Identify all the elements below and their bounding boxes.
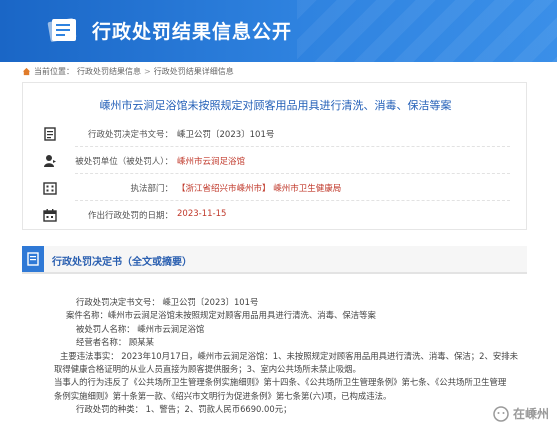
document-stack-icon <box>47 18 77 42</box>
header-banner: 行政处罚结果信息公开 <box>0 0 557 62</box>
row-decision-number: 行政处罚决定书文号： 嵊卫公罚〔2023〕101号 <box>23 125 528 147</box>
file-icon <box>27 252 39 266</box>
row-divider <box>75 200 510 201</box>
text-line: 案件名称：嵊州市云涧足浴馆未按照规定对顾客用品用具进行清洗、消毒、保洁等案 <box>66 310 376 321</box>
decision-section-header: 行政处罚决定书（全文或摘要） <box>22 246 527 274</box>
text-line: 当事人的行为违反了《公共场所卫生管理条例实施细则》第十四条、《公共场所卫生管理条… <box>54 377 507 388</box>
row-label: 作出行政处罚的日期： <box>87 211 173 221</box>
calendar-icon <box>43 209 57 222</box>
home-icon <box>22 67 31 76</box>
breadcrumb-prefix: 当前位置： <box>34 67 74 76</box>
text-line: 条例实施细则》第十条第一款、《绍兴市文明行为促进条例》第七条第(六)项，已构成违… <box>54 390 392 401</box>
row-divider <box>75 173 510 174</box>
building-icon <box>43 182 57 195</box>
row-enforcement-department: 执法部门： 【浙江省绍兴市嵊州市】 嵊州市卫生健康局 <box>23 179 528 201</box>
row-value: 嵊卫公罚〔2023〕101号 <box>177 130 275 140</box>
breadcrumb: 当前位置： 行政处罚结果信息 > 行政处罚结果详细信息 <box>22 66 234 77</box>
row-label: 被处罚单位（被处罚人）： <box>75 157 173 167</box>
decision-full-text: 行政处罚决定书文号： 嵊卫公罚〔2023〕101号 案件名称：嵊州市云涧足浴馆未… <box>54 296 524 417</box>
case-headline: 嵊州市云涧足浴馆未按照规定对顾客用品用具进行清洗、消毒、保洁等案 <box>99 99 452 112</box>
watermark: 在嵊州 <box>493 405 549 422</box>
row-value: 2023-11-15 <box>177 209 227 219</box>
text-line: 经营者名称： 顾某某 <box>76 337 155 348</box>
wechat-icon <box>493 405 509 422</box>
banner-pattern <box>297 0 557 62</box>
breadcrumb-item-detail[interactable]: 行政处罚结果详细信息 <box>154 66 234 77</box>
text-line: 行政处罚的种类： 1、警告；2、罚款人民币6690.00元； <box>76 404 292 415</box>
row-label: 执法部门： <box>130 184 173 194</box>
row-value: 【浙江省绍兴市嵊州市】 嵊州市卫生健康局 <box>177 184 342 194</box>
document-icon <box>44 127 56 141</box>
text-line: 主要违法事实： 2023年10月17日，嵊州市云涧足浴馆：1、未按照规定对顾客用… <box>60 350 518 361</box>
watermark-text: 在嵊州 <box>512 407 549 421</box>
section-badge <box>22 246 44 272</box>
person-icon <box>44 155 56 167</box>
breadcrumb-separator: > <box>144 67 151 76</box>
text-line: 取得健康合格证明的从业人员直接为顾客提供服务；3、室内公共场所未禁止吸烟。 <box>54 364 361 375</box>
row-punished-party: 被处罚单位（被处罚人）： 嵊州市云涧足浴馆 <box>23 152 528 174</box>
breadcrumb-item-results[interactable]: 行政处罚结果信息 <box>77 66 141 77</box>
row-divider <box>75 146 510 147</box>
section-title: 行政处罚决定书（全文或摘要） <box>52 257 192 268</box>
text-line: 行政处罚决定书文号： 嵊卫公罚〔2023〕101号 <box>76 297 259 307</box>
case-summary-panel: 嵊州市云涧足浴馆未按照规定对顾客用品用具进行清洗、消毒、保洁等案 行政处罚决定书… <box>22 82 527 230</box>
row-decision-date: 作出行政处罚的日期： 2023-11-15 <box>23 206 528 228</box>
page-title: 行政处罚结果信息公开 <box>92 21 293 43</box>
row-label: 行政处罚决定书文号： <box>87 130 173 140</box>
text-line: 被处罚人名称： 嵊州市云涧足浴馆 <box>76 323 205 334</box>
row-value: 嵊州市云涧足浴馆 <box>177 157 246 167</box>
